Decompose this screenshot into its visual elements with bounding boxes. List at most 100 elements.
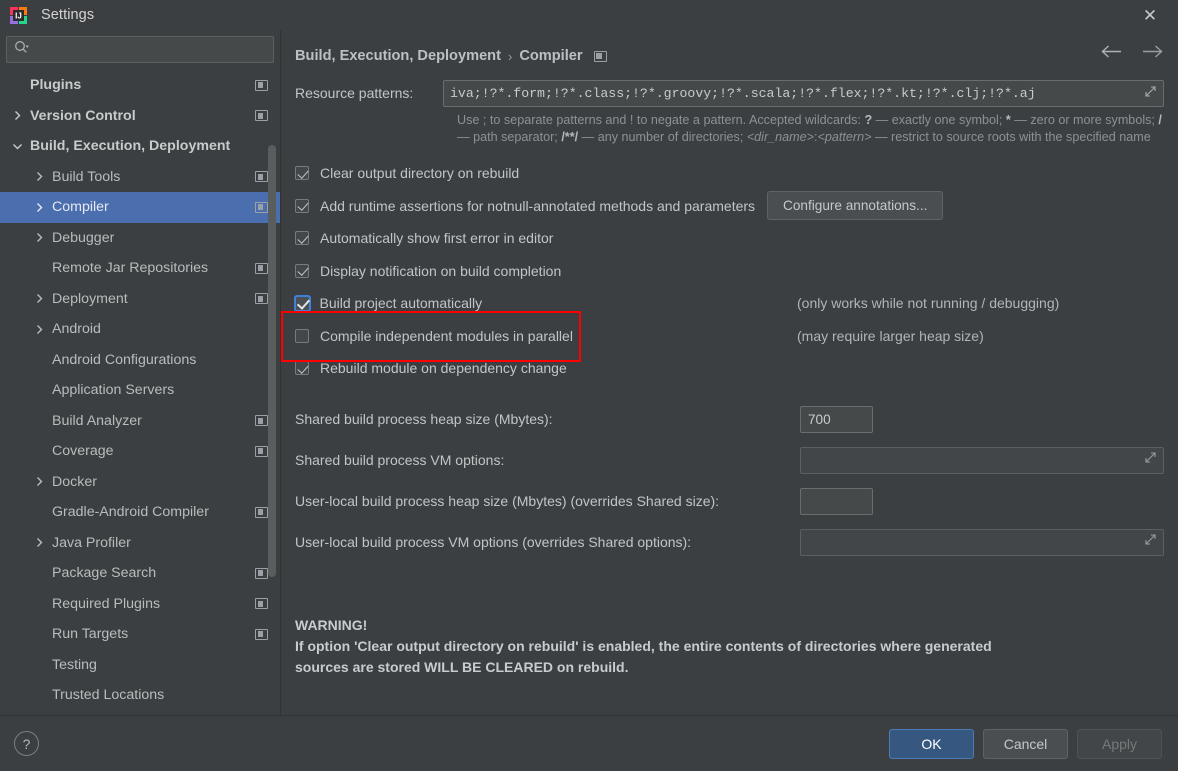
checkbox-label[interactable]: Clear output directory on rebuild	[320, 165, 519, 181]
settings-tree[interactable]: Plugins Version Control Build, Execution, …	[0, 67, 280, 715]
checkbox-label[interactable]: Build project automatically	[320, 295, 483, 311]
expand-editor-icon[interactable]	[1144, 85, 1157, 103]
sidebar-item-label: Java Profiler	[52, 534, 131, 551]
settings-sync-badge-icon	[243, 415, 268, 427]
checkbox-label[interactable]: Rebuild module on dependency change	[320, 360, 567, 376]
sidebar-item-label: Deployment	[52, 290, 128, 307]
chevron-right-icon[interactable]	[34, 293, 45, 304]
chevron-right-icon[interactable]	[34, 232, 45, 243]
sidebar-item-trusted-locations[interactable]: Trusted Locations	[0, 680, 280, 711]
sidebar-item-label: Application Servers	[52, 382, 175, 399]
field-label: Shared build process heap size (Mbytes):	[295, 411, 553, 427]
apply-button[interactable]: Apply	[1077, 728, 1162, 759]
checkbox-automatically-show-first-error[interactable]	[295, 231, 309, 246]
cancel-button[interactable]: Cancel	[983, 728, 1068, 759]
sidebar-item-plugins[interactable]: Plugins	[0, 70, 280, 101]
checkbox-note: (only works while not running / debuggin…	[797, 295, 1060, 312]
settings-sync-badge-icon	[243, 110, 268, 122]
expand-editor-icon[interactable]	[1144, 533, 1157, 551]
input-shared-build-process-vm-options[interactable]	[800, 446, 1164, 474]
close-icon[interactable]: ✕	[1130, 0, 1170, 30]
configure-annotations-button[interactable]: Configure annotations...	[767, 191, 944, 221]
sidebar-item-required-plugins[interactable]: Required Plugins	[0, 589, 280, 620]
sidebar-item-label: Package Search	[52, 565, 157, 582]
sidebar-item-deployment[interactable]: Deployment	[0, 284, 280, 315]
checkbox-build-project-automatically[interactable]	[293, 294, 311, 312]
chevron-down-icon[interactable]	[12, 141, 23, 152]
help-pattern-token: <pattern>	[817, 129, 872, 144]
chevron-right-icon[interactable]	[34, 476, 45, 487]
ok-button[interactable]: OK	[889, 728, 974, 759]
checkbox-row-rebuild-module-on-dependency: Rebuild module on dependency change	[295, 352, 1164, 385]
sidebar-item-build-tools[interactable]: Build Tools	[0, 162, 280, 193]
settings-main-panel: Build, Execution, Deployment › Compiler	[281, 30, 1178, 715]
chevron-right-icon[interactable]	[34, 324, 45, 335]
checkbox-display-notification-on-build[interactable]	[295, 263, 309, 278]
sidebar-item-testing[interactable]: Testing	[0, 650, 280, 681]
sidebar-item-application-servers[interactable]: Application Servers	[0, 375, 280, 406]
sidebar-item-label: Gradle-Android Compiler	[52, 504, 209, 521]
help-text-b: — exactly one symbol;	[872, 113, 1006, 127]
dialog-body: Plugins Version Control Build, Execution, …	[0, 30, 1178, 715]
search-input[interactable]	[31, 42, 266, 57]
chevron-right-icon[interactable]	[34, 537, 45, 548]
search-area	[0, 30, 280, 67]
search-box[interactable]	[6, 36, 274, 63]
field-row-shared-build-process-vm-options: Shared build process VM options:	[295, 440, 1164, 481]
checkbox-row-automatically-show-first-error: Automatically show first error in editor	[295, 222, 1164, 255]
sidebar-item-label: Debugger	[52, 229, 115, 246]
settings-sync-badge-icon	[243, 262, 268, 274]
resource-patterns-input[interactable]: iva;!?*.form;!?*.class;!?*.groovy;!?*.sc…	[443, 80, 1164, 107]
breadcrumb-current: Compiler	[519, 48, 583, 64]
input-user-local-build-process-vm[interactable]	[800, 528, 1164, 556]
arrow-right-icon[interactable]	[1141, 44, 1164, 64]
sidebar-item-build-analyzer[interactable]: Build Analyzer	[0, 406, 280, 437]
help-button[interactable]: ?	[14, 731, 39, 756]
input-user-local-build-process-heap[interactable]	[800, 487, 873, 515]
sidebar-item-run-targets[interactable]: Run Targets	[0, 619, 280, 650]
sidebar-item-package-search[interactable]: Package Search	[0, 558, 280, 589]
sidebar-scrollbar[interactable]	[268, 145, 276, 577]
sidebar-item-label: Android Configurations	[52, 351, 197, 368]
sidebar-item-docker[interactable]: Docker	[0, 467, 280, 498]
help-text-e: — any number of directories;	[578, 129, 747, 144]
field-label: User-local build process heap size (Mbyt…	[295, 493, 720, 509]
chevron-right-icon[interactable]	[12, 110, 23, 121]
checkbox-clear-output-directory-on[interactable]	[295, 166, 309, 181]
sidebar-item-build-execution-deployment[interactable]: Build, Execution, Deployment	[0, 131, 280, 162]
input-value[interactable]	[807, 533, 1140, 551]
breadcrumb-parent[interactable]: Build, Execution, Deployment	[295, 48, 501, 64]
chevron-right-icon[interactable]	[34, 171, 45, 182]
input-shared-build-process-heap-size[interactable]	[800, 405, 873, 433]
sidebar-item-android-configurations[interactable]: Android Configurations	[0, 345, 280, 376]
sidebar-item-label: Required Plugins	[52, 595, 161, 612]
search-icon	[14, 40, 29, 60]
input-value[interactable]	[807, 451, 1140, 469]
resource-patterns-label: Resource patterns:	[295, 85, 414, 101]
help-wildcard-question: ?	[864, 113, 873, 127]
sidebar-item-java-profiler[interactable]: Java Profiler	[0, 528, 280, 559]
settings-sync-badge-icon	[243, 171, 268, 183]
help-text-a: Use ; to separate patterns and ! to nega…	[457, 113, 865, 127]
sidebar-item-android[interactable]: Android	[0, 314, 280, 345]
checkbox-add-runtime-assertions-for[interactable]	[295, 198, 309, 213]
checkbox-rebuild-module-on-dependency[interactable]	[295, 361, 309, 376]
sidebar-item-gradle-android-compiler[interactable]: Gradle-Android Compiler	[0, 497, 280, 528]
settings-sync-badge-icon	[243, 598, 268, 610]
checkbox-compile-independent-modules-in[interactable]	[295, 328, 309, 343]
checkbox-label[interactable]: Display notification on build completion	[320, 263, 561, 279]
checkbox-row-build-project-automatically: Build project automatically (only works w…	[293, 287, 1164, 320]
checkbox-label[interactable]: Add runtime assertions for notnull-annot…	[320, 198, 755, 214]
sidebar-item-debugger[interactable]: Debugger	[0, 223, 280, 254]
chevron-right-icon[interactable]	[34, 202, 45, 213]
checkbox-note: (may require larger heap size)	[797, 327, 984, 344]
checkbox-label[interactable]: Compile independent modules in parallel	[320, 328, 573, 344]
sidebar-item-compiler[interactable]: Compiler	[0, 192, 280, 223]
settings-sync-badge-icon	[243, 567, 268, 579]
sidebar-item-version-control[interactable]: Version Control	[0, 101, 280, 132]
sidebar-item-remote-jar-repositories[interactable]: Remote Jar Repositories	[0, 253, 280, 284]
sidebar-item-coverage[interactable]: Coverage	[0, 436, 280, 467]
expand-editor-icon[interactable]	[1144, 451, 1157, 469]
checkbox-label[interactable]: Automatically show first error in editor	[320, 230, 553, 246]
arrow-left-icon[interactable]	[1100, 44, 1123, 64]
